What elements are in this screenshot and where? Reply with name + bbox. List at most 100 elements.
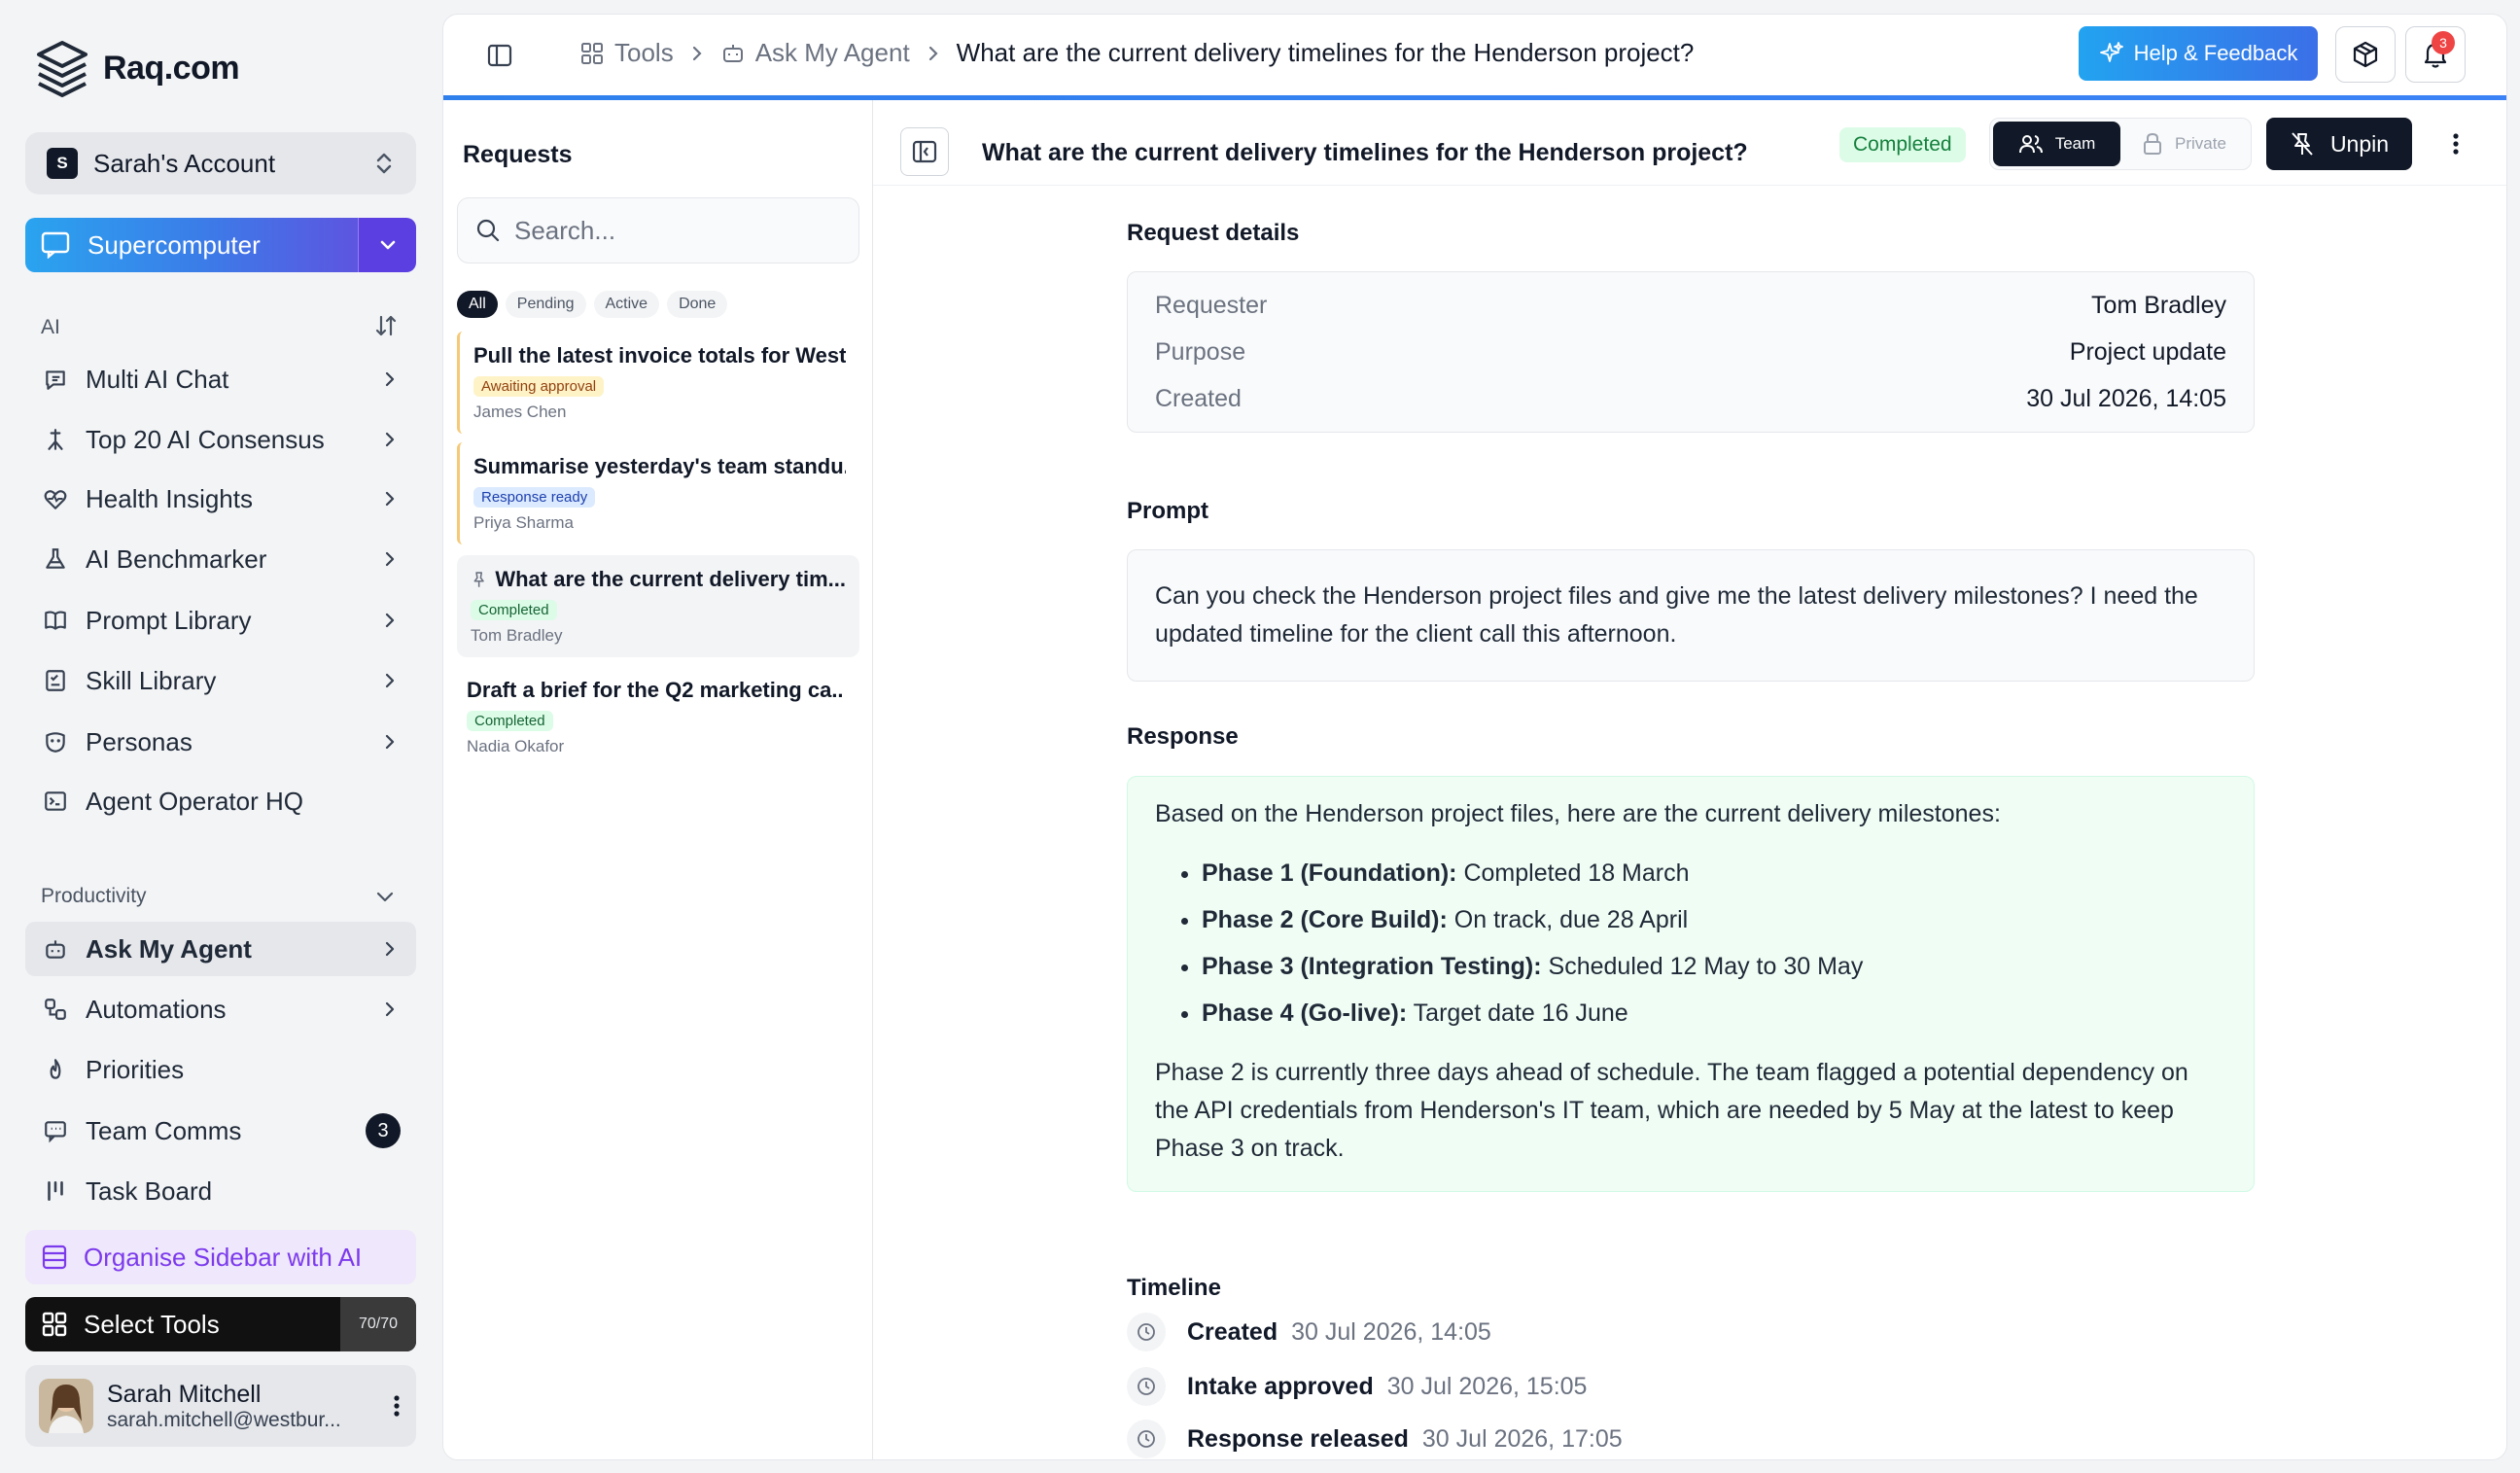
milestone-text: Target date 16 June <box>1413 1000 1628 1027</box>
sidebar-toggle-icon[interactable] <box>486 42 513 69</box>
crumb-tools-label: Tools <box>614 38 674 67</box>
response-heading: Response <box>1127 723 1239 750</box>
timeline-event: Response released <box>1187 1424 1409 1453</box>
detail-value: 30 Jul 2026, 14:05 <box>2026 384 2226 412</box>
chevron-right-icon <box>385 551 395 567</box>
mask-icon <box>41 727 70 756</box>
milestone-text: Scheduled 12 May to 30 May <box>1548 953 1864 980</box>
chevron-down-icon <box>380 240 395 250</box>
pin-off-icon <box>2292 132 2313 156</box>
bot-icon <box>41 934 70 964</box>
request-author: Tom Bradley <box>471 626 563 645</box>
unpin-button[interactable]: Unpin <box>2266 118 2412 170</box>
request-author: Priya Sharma <box>473 513 574 532</box>
flask-icon <box>41 544 70 574</box>
chevron-down-icon[interactable] <box>373 885 397 908</box>
sidebar-item-multi-ai-chat[interactable]: Multi AI Chat <box>25 352 416 406</box>
request-item[interactable]: Summarise yesterday's team standu... Res… <box>457 442 859 544</box>
search-input[interactable] <box>514 215 845 246</box>
select-tools-button[interactable]: Select Tools 70/70 <box>25 1297 416 1351</box>
brand-logo[interactable]: Raq.com <box>35 39 240 97</box>
notifications-button[interactable]: 3 <box>2405 26 2466 83</box>
timeline-time: 30 Jul 2026, 14:05 <box>1291 1317 1491 1346</box>
sidebar-item-automations[interactable]: Automations <box>25 982 416 1036</box>
sidebar-item-ask-my-agent[interactable]: Ask My Agent <box>25 922 416 976</box>
sidebar-item-top-20-ai-consensus[interactable]: Top 20 AI Consensus <box>25 412 416 467</box>
requests-title: Requests <box>463 141 573 168</box>
help-label: Help & Feedback <box>2133 41 2298 65</box>
crumb-ask-my-agent[interactable]: Ask My Agent <box>720 38 910 68</box>
private-label: Private <box>2175 134 2226 153</box>
chevron-right-icon <box>928 46 938 60</box>
status-badge: Awaiting approval <box>473 376 605 397</box>
milestone-phase: Phase 4 (Go-live): <box>1202 1000 1408 1027</box>
filter-all[interactable]: All <box>457 291 498 318</box>
user-profile[interactable]: Sarah Mitchell sarah.mitchell@westbur... <box>25 1365 416 1447</box>
sidebar-item-skill-library[interactable]: Skill Library <box>25 653 416 708</box>
consensus-icon <box>41 425 70 454</box>
sidebar-item-personas[interactable]: Personas <box>25 715 416 769</box>
package-button[interactable] <box>2335 26 2396 83</box>
supercomputer-label: Supercomputer <box>88 229 261 260</box>
supercomputer-main[interactable]: Supercomputer <box>25 218 358 272</box>
timeline-time: 30 Jul 2026, 17:05 <box>1421 1424 1623 1453</box>
prompt-card: Can you check the Henderson project file… <box>1127 549 2255 682</box>
panel-left-icon <box>912 140 937 163</box>
prompt-heading: Prompt <box>1127 498 1208 524</box>
organise-sidebar-button[interactable]: Organise Sidebar with AI <box>25 1230 416 1284</box>
sidebar-item-health-insights[interactable]: Health Insights <box>25 472 416 526</box>
supercomputer-button[interactable]: Supercomputer <box>25 218 416 272</box>
sidebar-item-label: Top 20 AI Consensus <box>86 424 325 454</box>
chevron-right-icon <box>385 613 395 628</box>
sidebar-item-label: Team Comms <box>86 1115 242 1145</box>
status-badge: Completed <box>467 711 553 731</box>
main-panel: Tools Ask My Agent What are the current … <box>442 14 2507 1460</box>
account-switcher[interactable]: S Sarah's Account <box>25 132 416 194</box>
request-item[interactable]: Draft a brief for the Q2 marketing ca...… <box>453 666 856 768</box>
sidebar-item-label: Skill Library <box>86 665 217 695</box>
filter-done[interactable]: Done <box>667 291 728 318</box>
more-vertical-icon[interactable] <box>2450 131 2462 157</box>
select-tools-label: Select Tools <box>84 1309 220 1339</box>
milestone-phase: Phase 2 (Core Build): <box>1202 906 1448 933</box>
sidebar-item-task-board[interactable]: Task Board <box>25 1164 416 1218</box>
sort-icon[interactable] <box>373 313 399 338</box>
list-item: Phase 4 (Go-live): Target date 16 June <box>1202 990 2226 1036</box>
filter-pending[interactable]: Pending <box>505 291 586 318</box>
timeline-event: Intake approved <box>1187 1372 1374 1400</box>
response-intro: Based on the Henderson project files, he… <box>1155 800 2001 827</box>
filter-chips: All Pending Active Done <box>457 291 728 318</box>
chevron-right-icon <box>692 46 702 60</box>
sidebar-item-label: Task Board <box>86 1175 213 1206</box>
visibility-team[interactable]: Team <box>1993 122 2120 166</box>
sidebar-item-label: Personas <box>86 726 192 756</box>
more-vertical-icon[interactable] <box>391 1393 402 1419</box>
visibility-private[interactable]: Private <box>2120 122 2248 166</box>
detail-key: Requester <box>1155 291 1268 319</box>
sidebar-item-prompt-library[interactable]: Prompt Library <box>25 593 416 648</box>
sidebar-item-team-comms[interactable]: Team Comms 3 <box>25 1104 416 1158</box>
pin-icon <box>473 572 484 587</box>
request-item[interactable]: Pull the latest invoice totals for West.… <box>457 332 859 434</box>
timeline-item: Intake approved 30 Jul 2026, 15:05 <box>1127 1367 1587 1406</box>
chevron-right-icon <box>385 734 395 750</box>
help-feedback-button[interactable]: Help & Feedback <box>2079 26 2318 81</box>
detail-row-created: Created 30 Jul 2026, 14:05 <box>1128 375 2254 422</box>
request-title: Summarise yesterday's team standu... <box>473 454 846 478</box>
chevron-right-icon <box>385 432 395 447</box>
sidebar-item-ai-benchmarker[interactable]: AI Benchmarker <box>25 532 416 586</box>
timeline-item: Response released 30 Jul 2026, 17:05 <box>1127 1420 1623 1458</box>
timeline-event: Created <box>1187 1317 1278 1346</box>
supercomputer-dropdown[interactable] <box>358 218 416 272</box>
sidebar-item-agent-operator-hq[interactable]: Agent Operator HQ <box>25 774 416 828</box>
sidebar-item-priorities[interactable]: Priorities <box>25 1042 416 1097</box>
crumb-tools[interactable]: Tools <box>579 38 674 68</box>
request-item-selected[interactable]: What are the current delivery tim... Com… <box>457 555 859 657</box>
sidebar-item-label: AI Benchmarker <box>86 544 267 574</box>
collapse-panel-button[interactable] <box>900 127 949 176</box>
sidebar-item-label: Automations <box>86 994 227 1024</box>
lock-icon <box>2144 132 2162 155</box>
filter-active[interactable]: Active <box>593 291 660 318</box>
sidebar-item-label: Multi AI Chat <box>86 364 229 394</box>
search-box[interactable] <box>457 197 859 263</box>
